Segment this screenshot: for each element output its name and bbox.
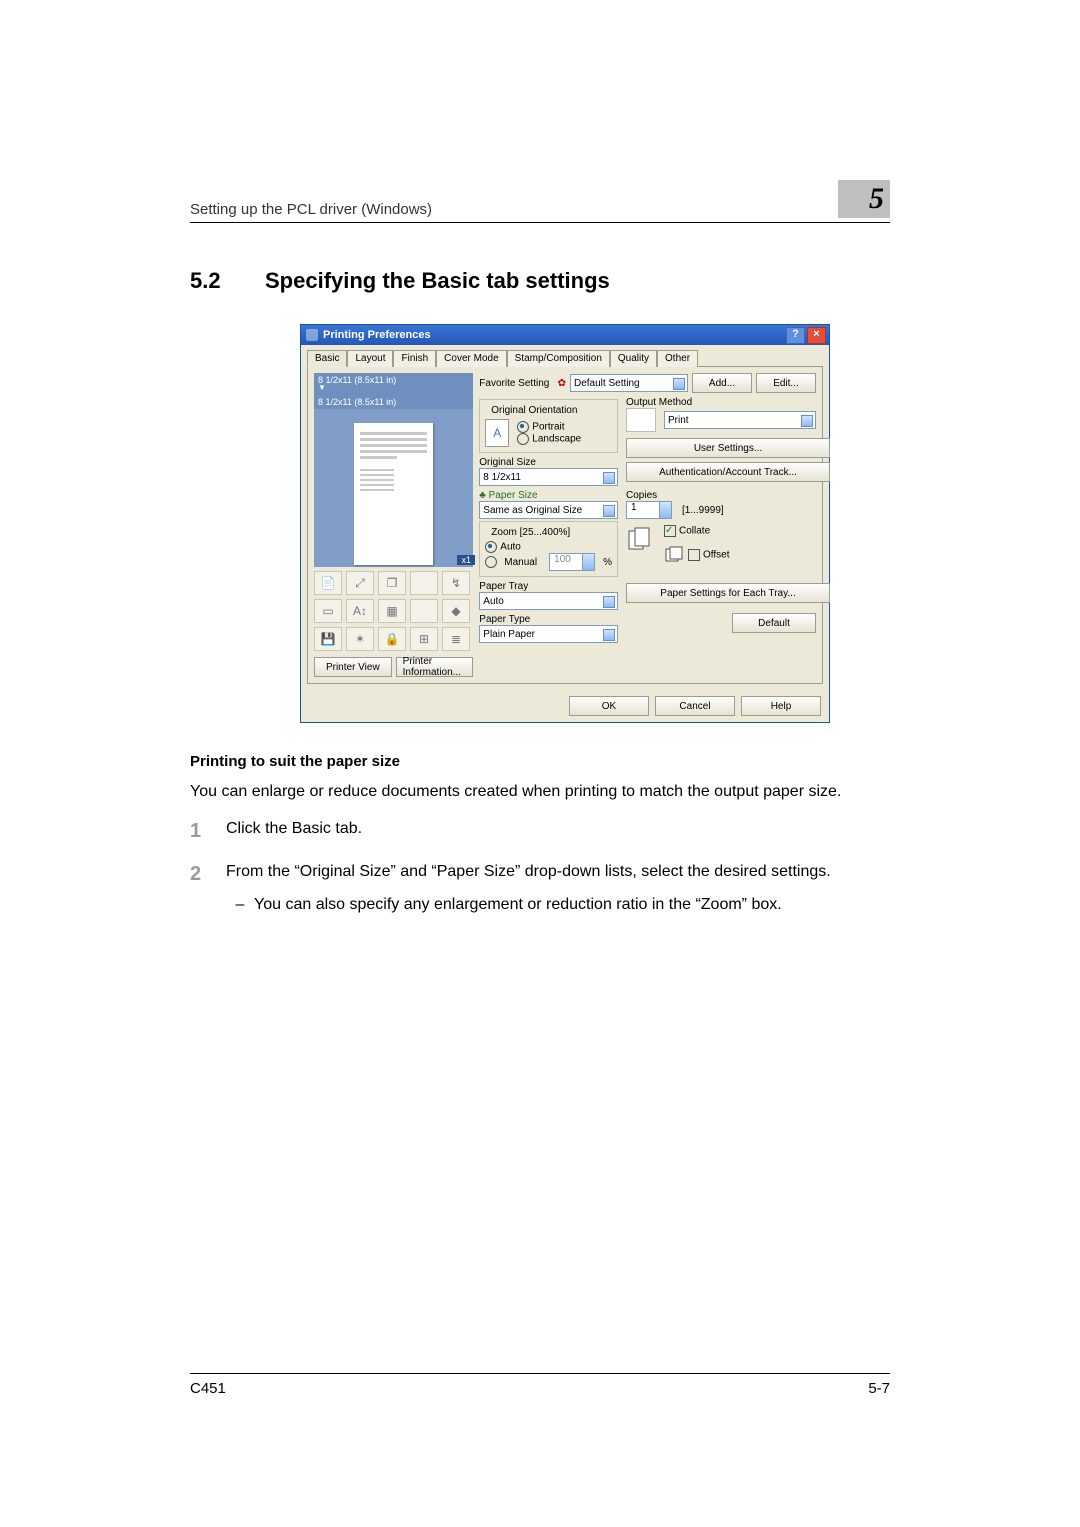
page-icon[interactable]: ▭: [314, 599, 342, 623]
step-text: Click the Basic tab.: [226, 817, 890, 846]
favorite-edit-button[interactable]: Edit...: [756, 373, 816, 393]
secure-icon[interactable]: 🔒: [378, 627, 406, 651]
close-button[interactable]: ×: [807, 327, 826, 344]
zoom-legend: Zoom [25...400%]: [488, 527, 573, 538]
tab-stamp-composition[interactable]: Stamp/Composition: [507, 350, 610, 367]
portrait-radio[interactable]: Portrait: [517, 421, 581, 433]
original-size-combo[interactable]: 8 1/2x11: [479, 468, 618, 486]
app-icon: [306, 329, 318, 341]
step-1: 1 Click the Basic tab.: [190, 817, 890, 846]
tab-layout[interactable]: Layout: [347, 350, 393, 367]
orientation-legend: Original Orientation: [488, 405, 580, 416]
preview-tool-grid: 📄 ⤢ ❐ ↯ ▭ A↕ ▦ ◆ 💾 ✶ 🔒 ⊞ ≣: [314, 571, 473, 651]
zoom-manual-radio[interactable]: Manual 100 %: [485, 553, 612, 571]
letter-icon[interactable]: A↕: [346, 599, 374, 623]
dialog-titlebar: Printing Preferences ? ×: [301, 325, 829, 345]
nup-icon[interactable]: ▦: [378, 599, 406, 623]
paper-settings-each-tray-button[interactable]: Paper Settings for Each Tray...: [626, 583, 830, 603]
subsection-heading: Printing to suit the paper size: [190, 753, 890, 770]
tab-quality[interactable]: Quality: [610, 350, 657, 367]
step-text: From the “Original Size” and “Paper Size…: [226, 860, 890, 883]
step-number: 2: [190, 860, 226, 916]
page-preview: [314, 409, 473, 567]
running-head: Setting up the PCL driver (Windows): [190, 201, 838, 218]
dash-bullet: –: [226, 893, 254, 916]
intro-paragraph: You can enlarge or reduce documents crea…: [190, 780, 890, 803]
paper-type-combo[interactable]: Plain Paper: [479, 625, 618, 643]
footer-page-number: 5-7: [868, 1380, 890, 1397]
favorite-add-button[interactable]: Add...: [692, 373, 752, 393]
offset-icon: [664, 545, 684, 565]
step-subitem: – You can also specify any enlargement o…: [226, 893, 890, 916]
output-method-label: Output Method: [626, 397, 816, 408]
output-method-icon: [626, 408, 656, 432]
misc-icon[interactable]: ⊞: [410, 627, 438, 651]
list-icon[interactable]: ≣: [442, 627, 470, 651]
zoom-value-spinner[interactable]: 100: [549, 553, 595, 571]
footer-model: C451: [190, 1380, 226, 1397]
copies-spinner[interactable]: 1: [626, 501, 672, 519]
zoom-badge: x1: [457, 555, 475, 565]
section-title: Specifying the Basic tab settings: [265, 268, 610, 293]
blank2-icon[interactable]: [410, 599, 438, 623]
section-number: 5.2: [190, 268, 265, 294]
copies-range: [1...9999]: [682, 505, 724, 516]
copy-icon[interactable]: ❐: [378, 571, 406, 595]
offset-checkbox[interactable]: Offset: [688, 549, 730, 561]
scale-icon[interactable]: ⤢: [346, 571, 374, 595]
step-2: 2 From the “Original Size” and “Paper Si…: [190, 860, 890, 916]
default-button[interactable]: Default: [732, 613, 816, 633]
original-size-label: Original Size: [479, 457, 618, 468]
zoom-unit: %: [603, 557, 612, 568]
tab-cover-mode[interactable]: Cover Mode: [436, 350, 506, 367]
output-icon[interactable]: 📄: [314, 571, 342, 595]
ok-button[interactable]: OK: [569, 696, 649, 716]
zoom-auto-radio[interactable]: Auto: [485, 541, 612, 553]
collate-icon: [626, 525, 660, 555]
tab-strip: Basic Layout Finish Cover Mode Stamp/Com…: [301, 345, 829, 366]
preview-size-top: 8 1/2x11 (8.5x11 in): [318, 375, 469, 385]
favorite-label: Favorite Setting: [479, 378, 549, 389]
collate-checkbox[interactable]: Collate: [664, 525, 730, 537]
blank-icon[interactable]: [410, 571, 438, 595]
dialog-footer: OK Cancel Help: [301, 690, 829, 722]
favorite-combo[interactable]: Default Setting: [570, 374, 688, 392]
stamp-icon[interactable]: ✶: [346, 627, 374, 651]
paper-size-label: ♣ Paper Size: [479, 490, 618, 501]
copies-label: Copies: [626, 490, 816, 501]
auth-account-track-button[interactable]: Authentication/Account Track...: [626, 462, 830, 482]
flip-icon[interactable]: ↯: [442, 571, 470, 595]
paper-tray-label: Paper Tray: [479, 581, 618, 592]
printing-preferences-dialog: Printing Preferences ? × Basic Layout Fi…: [300, 324, 830, 723]
save-icon[interactable]: 💾: [314, 627, 342, 651]
help-button-footer[interactable]: Help: [741, 696, 821, 716]
paper-size-combo[interactable]: Same as Original Size: [479, 501, 618, 519]
section-heading: 5.2Specifying the Basic tab settings: [190, 268, 890, 294]
preview-size-bottom: 8 1/2x11 (8.5x11 in): [318, 397, 469, 407]
zoom-group: Zoom [25...400%] Auto Manual 100 %: [479, 521, 618, 577]
orientation-group: Original Orientation A Portrait Landscap…: [479, 399, 618, 453]
output-method-combo[interactable]: Print: [664, 411, 816, 429]
tab-basic[interactable]: Basic: [307, 350, 347, 367]
landscape-radio[interactable]: Landscape: [517, 433, 581, 445]
color-icon[interactable]: ◆: [442, 599, 470, 623]
step-number: 1: [190, 817, 226, 846]
portrait-icon: A: [485, 419, 509, 447]
tab-finish[interactable]: Finish: [393, 350, 436, 367]
printer-information-button[interactable]: Printer Information...: [396, 657, 474, 677]
chapter-number-badge: 5: [838, 180, 890, 218]
paper-tray-combo[interactable]: Auto: [479, 592, 618, 610]
tab-other[interactable]: Other: [657, 350, 698, 367]
paper-type-label: Paper Type: [479, 614, 618, 625]
help-button[interactable]: ?: [786, 327, 805, 344]
dialog-title: Printing Preferences: [323, 329, 784, 341]
printer-view-button[interactable]: Printer View: [314, 657, 392, 677]
step-subtext: You can also specify any enlargement or …: [254, 893, 782, 916]
user-settings-button[interactable]: User Settings...: [626, 438, 830, 458]
cancel-button[interactable]: Cancel: [655, 696, 735, 716]
preview-size-header: 8 1/2x11 (8.5x11 in) ▼ 8 1/2x11 (8.5x11 …: [314, 373, 473, 409]
